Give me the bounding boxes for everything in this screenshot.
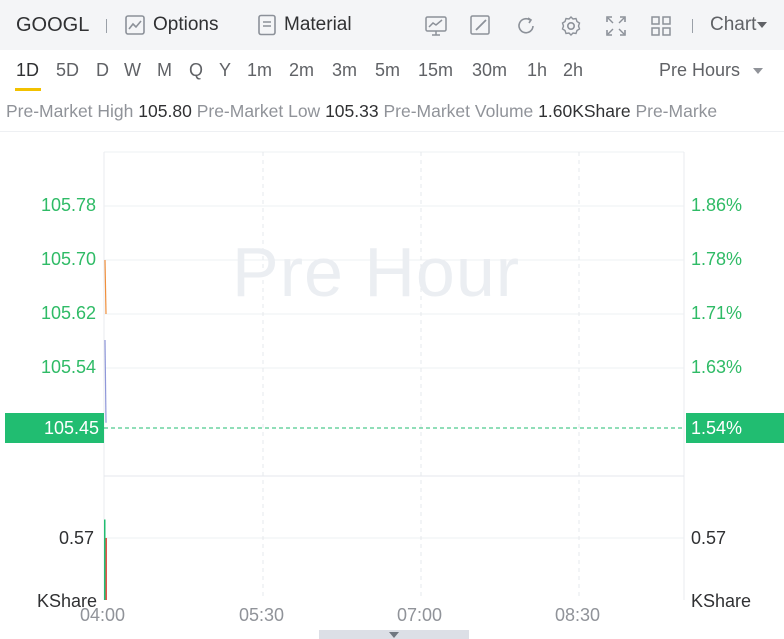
indicator-icon[interactable] bbox=[424, 14, 448, 38]
pre-market-low-label: Pre-Market Low bbox=[196, 101, 321, 121]
pre-market-next-label: Pre-Marke bbox=[635, 101, 718, 121]
document-icon bbox=[258, 14, 276, 36]
period-tab-30m[interactable]: 30m bbox=[472, 60, 507, 81]
session-label: Pre Hours bbox=[659, 60, 741, 80]
stats-divider bbox=[0, 131, 784, 132]
time-tick-label: 08:30 bbox=[555, 605, 601, 625]
material-label: Material bbox=[284, 14, 352, 35]
pre-market-stats: Pre-Market High 105.80 Pre-Market Low 10… bbox=[6, 101, 784, 122]
price-chart[interactable] bbox=[0, 0, 784, 639]
chart-scroll-handle[interactable] bbox=[319, 630, 469, 639]
pre-market-low-value: 105.33 bbox=[325, 101, 379, 121]
price-line-segment bbox=[104, 339, 107, 423]
time-tick-label: 05:30 bbox=[239, 605, 285, 625]
toolbar-divider bbox=[106, 19, 107, 33]
period-tab-3m[interactable]: 3m bbox=[332, 60, 357, 81]
pre-market-volume-value: 1.60KShare bbox=[538, 101, 631, 121]
percent-tick-label: 1.86% bbox=[691, 195, 743, 215]
layout-grid-icon[interactable] bbox=[649, 14, 673, 38]
current-price-tag: 105.45 bbox=[5, 413, 104, 443]
volume-tick-right: 0.57 bbox=[691, 528, 727, 548]
period-tab-d[interactable]: D bbox=[96, 60, 109, 81]
active-period-underline bbox=[15, 88, 41, 91]
toolbar-divider bbox=[692, 19, 693, 33]
current-change-tag: 1.54% bbox=[686, 413, 784, 443]
pre-market-volume-label: Pre-Market Volume bbox=[383, 101, 534, 121]
price-tick-label: 105.70 bbox=[40, 249, 96, 269]
material-button[interactable]: Material bbox=[257, 0, 352, 50]
period-tab-1h[interactable]: 1h bbox=[527, 60, 547, 81]
settings-gear-icon[interactable] bbox=[559, 14, 583, 38]
price-tick-label: 105.78 bbox=[40, 195, 96, 215]
caret-down-icon bbox=[389, 632, 399, 638]
period-tab-y[interactable]: Y bbox=[219, 60, 231, 81]
draw-icon[interactable] bbox=[469, 14, 493, 38]
period-tab-w[interactable]: W bbox=[124, 60, 141, 81]
time-tick-label: 07:00 bbox=[397, 605, 443, 625]
volume-unit-right: KShare bbox=[691, 591, 752, 611]
price-tick-label: 105.54 bbox=[40, 357, 96, 377]
period-tab-m[interactable]: M bbox=[157, 60, 172, 81]
period-tab-q[interactable]: Q bbox=[189, 60, 203, 81]
chart-type-dropdown[interactable]: Chart bbox=[710, 0, 768, 50]
period-tab-1d[interactable]: 1D bbox=[16, 60, 39, 81]
ticker-symbol[interactable]: GOOGL bbox=[16, 0, 89, 50]
time-tick-label: 04:00 bbox=[80, 605, 126, 625]
caret-down-icon bbox=[757, 22, 768, 28]
options-chart-icon bbox=[125, 15, 145, 35]
chart-type-label: Chart bbox=[710, 14, 757, 35]
volume-bar-down bbox=[105, 538, 107, 600]
period-tab-1m[interactable]: 1m bbox=[247, 60, 272, 81]
period-tab-2h[interactable]: 2h bbox=[563, 60, 583, 81]
price-line-segment bbox=[104, 259, 107, 315]
caret-down-icon bbox=[753, 67, 764, 74]
pre-market-high-label: Pre-Market High bbox=[6, 101, 134, 121]
price-tick-label: 105.62 bbox=[40, 303, 96, 323]
percent-tick-label: 1.78% bbox=[691, 249, 743, 269]
period-tab-5d[interactable]: 5D bbox=[56, 60, 79, 81]
period-tab-2m[interactable]: 2m bbox=[289, 60, 314, 81]
chart-watermark: Pre Hour bbox=[232, 233, 521, 311]
volume-bar-up bbox=[104, 519, 106, 600]
pre-market-high-value: 105.80 bbox=[138, 101, 192, 121]
volume-tick-left: 0.57 bbox=[59, 528, 95, 548]
period-tab-5m[interactable]: 5m bbox=[375, 60, 400, 81]
session-dropdown[interactable]: Pre Hours bbox=[659, 60, 764, 81]
fullscreen-icon[interactable] bbox=[604, 14, 628, 38]
period-tab-15m[interactable]: 15m bbox=[418, 60, 453, 81]
chart-toolbar: GOOGL Options Material Chart bbox=[0, 0, 784, 50]
percent-tick-label: 1.71% bbox=[691, 303, 743, 323]
refresh-icon[interactable] bbox=[514, 14, 538, 38]
options-button[interactable]: Options bbox=[124, 0, 218, 50]
options-label: Options bbox=[153, 14, 219, 35]
percent-tick-label: 1.63% bbox=[691, 357, 743, 377]
